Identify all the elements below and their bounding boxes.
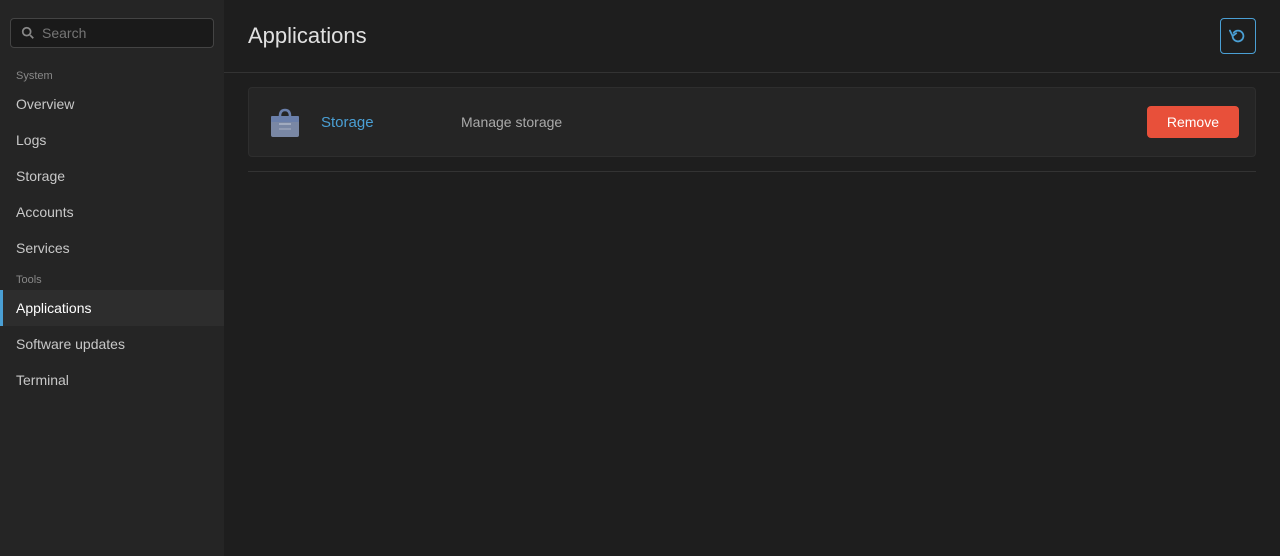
page-title: Applications [248, 23, 367, 49]
sidebar-item-label-terminal: Terminal [16, 372, 69, 388]
sidebar-item-services[interactable]: Services [0, 230, 224, 266]
app-list: Storage Manage storage Remove [224, 73, 1280, 171]
sidebar-item-label-storage: Storage [16, 168, 65, 184]
sidebar-item-software-updates[interactable]: Software updates [0, 326, 224, 362]
sidebar-item-label-logs: Logs [16, 132, 46, 148]
app-description: Manage storage [461, 114, 1147, 130]
sidebar-item-applications[interactable]: Applications [0, 290, 224, 326]
refresh-icon [1229, 27, 1247, 45]
sidebar-item-label-software-updates: Software updates [16, 336, 125, 352]
divider [248, 171, 1256, 172]
sidebar-item-terminal[interactable]: Terminal [0, 362, 224, 398]
main-content: Applications [224, 0, 1280, 556]
tools-section-label: Tools [0, 266, 224, 290]
refresh-button[interactable] [1220, 18, 1256, 54]
remove-button[interactable]: Remove [1147, 106, 1239, 138]
system-section-label: System [0, 62, 224, 86]
sidebar-item-label-applications: Applications [16, 300, 92, 316]
sidebar-item-storage[interactable]: Storage [0, 158, 224, 194]
sidebar-item-label-overview: Overview [16, 96, 74, 112]
table-row: Storage Manage storage Remove [248, 87, 1256, 157]
sidebar: System Overview Logs Storage Accounts Se… [0, 0, 224, 556]
sidebar-item-label-services: Services [16, 240, 70, 256]
storage-app-icon [265, 102, 305, 142]
storage-svg-icon [267, 104, 303, 140]
sidebar-item-overview[interactable]: Overview [0, 86, 224, 122]
sidebar-item-label-accounts: Accounts [16, 204, 74, 220]
sidebar-item-accounts[interactable]: Accounts [0, 194, 224, 230]
search-input-wrapper [10, 18, 214, 48]
app-name-link[interactable]: Storage [321, 114, 461, 131]
search-icon [21, 26, 35, 40]
search-input[interactable] [42, 25, 203, 41]
search-container [10, 18, 214, 48]
sidebar-item-logs[interactable]: Logs [0, 122, 224, 158]
main-header: Applications [224, 0, 1280, 73]
